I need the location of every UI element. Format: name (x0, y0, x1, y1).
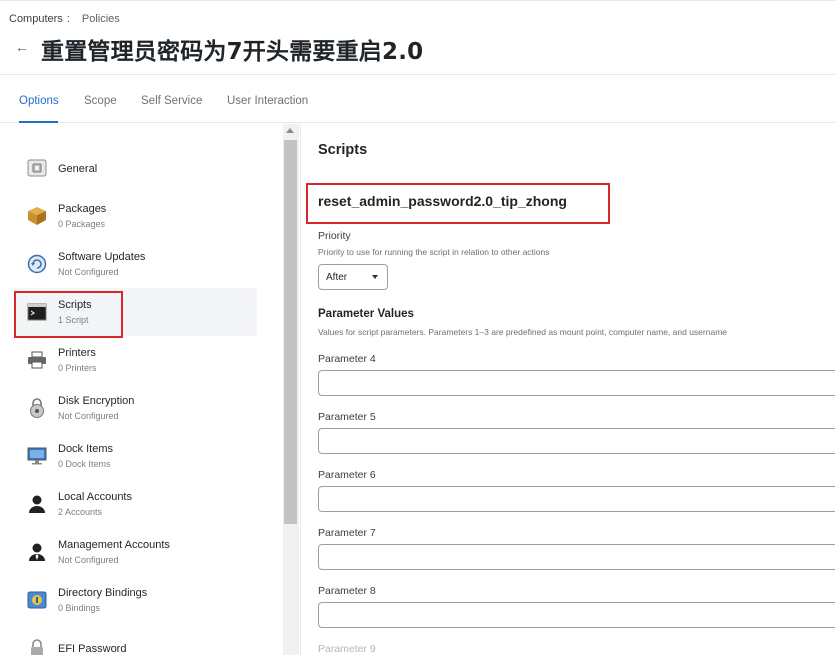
sidebar-item-printers[interactable]: Printers 0 Printers (14, 336, 257, 384)
page-header: Computers : Policies ← 重置管理员密码为7开头需要重启2.… (0, 0, 835, 74)
sidebar-item-count: 0 Dock Items (58, 459, 111, 469)
active-tab-indicator (19, 121, 58, 123)
sidebar-item-status: Not Configured (58, 411, 119, 421)
sidebar-item-status: Not Configured (58, 555, 119, 565)
sidebar-item-efi-password[interactable]: EFI Password (14, 624, 257, 655)
section-title: Scripts (318, 142, 368, 158)
directory-icon (26, 590, 48, 610)
sidebar-item-dock-items[interactable]: Dock Items 0 Dock Items (14, 432, 257, 480)
parameter-6-label: Parameter 6 (318, 469, 376, 481)
sidebar-item-directory-bindings[interactable]: Directory Bindings 0 Bindings (14, 576, 257, 624)
sidebar-item-label: Scripts (58, 299, 92, 311)
parameter-values-hint: Values for script parameters. Parameters… (318, 327, 728, 337)
sidebar-item-label: Management Accounts (58, 539, 170, 551)
printer-icon (26, 350, 48, 370)
disk-encryption-icon (26, 398, 48, 418)
tab-scope[interactable]: Scope (84, 95, 117, 107)
main-panel: Scripts reset_admin_password2.0_tip_zhon… (300, 124, 835, 655)
sidebar-item-general[interactable]: General (14, 144, 257, 192)
sidebar-item-management-accounts[interactable]: Management Accounts Not Configured (14, 528, 257, 576)
breadcrumb-separator: : (66, 13, 70, 25)
parameter-4-label: Parameter 4 (318, 353, 376, 365)
breadcrumb: Computers : Policies (9, 13, 120, 25)
sidebar-item-count: 2 Accounts (58, 507, 103, 517)
software-update-icon (26, 254, 48, 274)
monitor-icon (26, 446, 48, 466)
sidebar-item-label: General (58, 163, 98, 175)
priority-select-value: After (326, 272, 348, 283)
admin-user-icon (26, 542, 48, 562)
sidebar-item-label: Packages (58, 203, 107, 215)
scroll-thumb[interactable] (284, 140, 297, 524)
parameter-6-input[interactable] (318, 486, 835, 512)
sidebar-item-label: Software Updates (58, 251, 146, 263)
parameter-9-label: Parameter 9 (318, 643, 376, 655)
sidebar-item-scripts[interactable]: Scripts 1 Script (14, 288, 257, 336)
sidebar-item-label: Dock Items (58, 443, 114, 455)
caret-down-icon (372, 275, 378, 279)
tab-user-interaction[interactable]: User Interaction (227, 95, 308, 107)
script-name: reset_admin_password2.0_tip_zhong (318, 193, 567, 209)
sidebar-item-label: Disk Encryption (58, 395, 135, 407)
parameter-7-label: Parameter 7 (318, 527, 376, 539)
tab-bar: Options Scope Self Service User Interact… (0, 74, 835, 123)
breadcrumb-computers[interactable]: Computers (9, 13, 63, 25)
sidebar-item-count: 0 Packages (58, 219, 106, 229)
terminal-icon (26, 302, 48, 322)
sidebar-item-packages[interactable]: Packages 0 Packages (14, 192, 257, 240)
parameter-8-input[interactable] (318, 602, 835, 628)
sidebar-item-software-updates[interactable]: Software Updates Not Configured (14, 240, 257, 288)
sidebar-item-label: Printers (58, 347, 96, 359)
sidebar-item-disk-encryption[interactable]: Disk Encryption Not Configured (14, 384, 257, 432)
parameter-4-input[interactable] (318, 370, 835, 396)
parameter-7-input[interactable] (318, 544, 835, 570)
scroll-up-arrow-icon[interactable] (286, 128, 294, 133)
parameter-5-label: Parameter 5 (318, 411, 376, 423)
sidebar-item-status: Not Configured (58, 267, 119, 277)
general-icon (26, 158, 48, 178)
tab-self-service[interactable]: Self Service (141, 95, 202, 107)
sidebar-item-count: 0 Printers (58, 363, 97, 373)
user-icon (26, 494, 48, 514)
sidebar-item-label: Local Accounts (58, 491, 132, 503)
back-arrow-icon[interactable]: ← (15, 39, 29, 55)
sidebar-item-label: EFI Password (58, 643, 127, 655)
sidebar-item-label: Directory Bindings (58, 587, 148, 599)
package-icon (26, 206, 48, 226)
lock-icon (26, 638, 48, 655)
sidebar-item-local-accounts[interactable]: Local Accounts 2 Accounts (14, 480, 257, 528)
sidebar-item-count: 0 Bindings (58, 603, 101, 613)
page-title: 重置管理员密码为7开头需要重启2.0 (41, 39, 424, 65)
sidebar-scrollbar[interactable] (283, 124, 299, 655)
sidebar-item-count: 1 Script (58, 315, 89, 325)
parameter-values-heading: Parameter Values (318, 308, 414, 320)
priority-label: Priority (318, 230, 351, 242)
breadcrumb-policies[interactable]: Policies (82, 13, 120, 25)
parameter-8-label: Parameter 8 (318, 585, 376, 597)
priority-hint: Priority to use for running the script i… (318, 247, 550, 257)
sidebar: General Packages 0 Packages Software Upd… (0, 124, 281, 655)
tab-options[interactable]: Options (19, 95, 59, 107)
priority-select[interactable]: After (318, 264, 388, 290)
parameter-5-input[interactable] (318, 428, 835, 454)
